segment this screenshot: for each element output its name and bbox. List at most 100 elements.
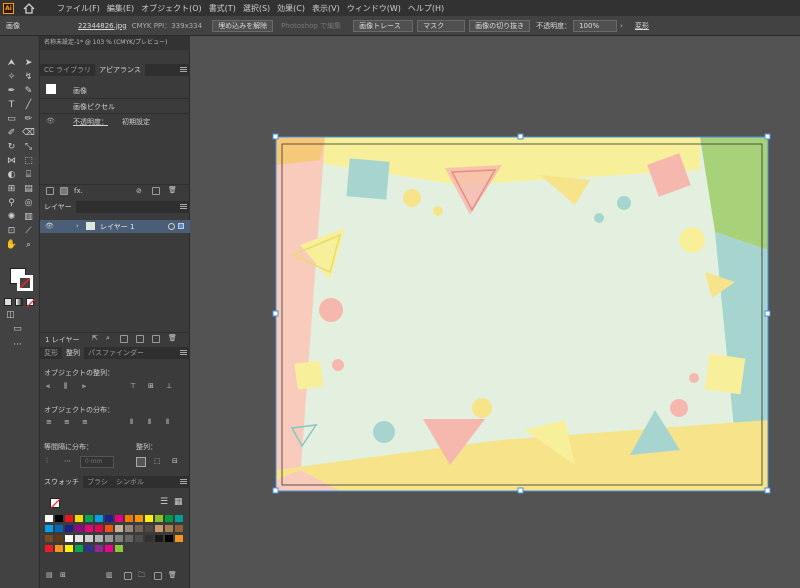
trash-icon[interactable]: 🗑 <box>168 186 177 194</box>
gradient-mode-icon[interactable] <box>15 298 23 306</box>
menu-object[interactable]: オブジェクト(O) <box>141 3 202 14</box>
color-swatch[interactable] <box>145 535 153 542</box>
canvas-area[interactable] <box>190 36 800 588</box>
color-swatch[interactable] <box>115 525 123 532</box>
color-swatch[interactable] <box>45 525 53 532</box>
screen-mode-icon[interactable]: ▭ <box>11 324 24 335</box>
tab-transform[interactable]: 変形 <box>40 347 62 359</box>
tab-layers[interactable]: レイヤー <box>40 201 76 213</box>
direct-selection-tool-icon[interactable]: ➤ <box>22 58 35 69</box>
color-swatch[interactable] <box>165 515 173 522</box>
tab-symbols[interactable]: シンボル <box>112 476 148 488</box>
color-swatch[interactable] <box>105 525 113 532</box>
color-swatch[interactable] <box>75 525 83 532</box>
pen-tool-icon[interactable]: ✒ <box>5 86 18 97</box>
trash-icon[interactable]: 🗑 <box>168 571 177 579</box>
gradient-tool-icon[interactable]: ▤ <box>22 184 35 195</box>
color-swatch[interactable] <box>165 535 173 542</box>
mask-button[interactable]: マスク <box>417 19 466 32</box>
clear-icon[interactable]: ⊘ <box>136 187 142 195</box>
pencil-tool-icon[interactable]: ✏ <box>22 114 35 125</box>
shape-builder-icon[interactable]: ◐ <box>5 170 18 181</box>
perspective-grid-icon[interactable]: ⌸ <box>22 170 35 181</box>
spacing-horizontal-icon[interactable]: ⋯ <box>64 457 71 465</box>
menu-file[interactable]: ファイル(F) <box>57 3 100 14</box>
color-swatch[interactable] <box>115 535 123 542</box>
trash-icon[interactable]: 🗑 <box>168 334 177 342</box>
tab-cc-libraries[interactable]: CC ライブラリ <box>40 64 95 76</box>
layer-visibility-icon[interactable]: 👁 <box>45 222 54 230</box>
grid-view-icon[interactable]: ▦ <box>174 497 183 507</box>
rotate-tool-icon[interactable]: ↻ <box>5 142 18 153</box>
rectangle-tool-icon[interactable]: ▭ <box>5 114 18 125</box>
none-mode-icon[interactable] <box>26 298 35 307</box>
more-tools-icon[interactable]: ··· <box>11 340 24 351</box>
color-swatch[interactable] <box>55 525 63 532</box>
color-swatch[interactable] <box>75 515 83 522</box>
stroke-swatch[interactable] <box>17 275 33 291</box>
color-swatch[interactable] <box>85 535 93 542</box>
document-tab[interactable]: 名称未設定-1* @ 103 % (CMYK/プレビュー) <box>40 36 190 50</box>
color-swatch[interactable] <box>115 545 123 552</box>
align-v-center-icon[interactable]: ⊞ <box>148 382 154 390</box>
home-icon[interactable] <box>22 2 35 14</box>
color-swatch[interactable] <box>125 535 133 542</box>
color-swatch[interactable] <box>75 535 83 542</box>
color-swatch[interactable] <box>115 515 123 522</box>
expand-arrow-icon[interactable]: › <box>76 222 79 230</box>
color-swatch[interactable] <box>105 545 113 552</box>
align-to-key-object-icon[interactable] <box>136 457 146 467</box>
align-h-center-icon[interactable]: ⫼ <box>64 382 67 391</box>
swatch-options-icon[interactable]: ▥ <box>106 571 113 579</box>
fx-icon[interactable]: fx. <box>74 187 83 195</box>
align-top-icon[interactable]: ⊤ <box>130 382 136 390</box>
layer-name[interactable]: レイヤー 1 <box>100 222 134 232</box>
color-swatch[interactable] <box>55 515 63 522</box>
color-swatch[interactable] <box>45 535 53 542</box>
selection-tool-icon[interactable]: ⮝ <box>5 58 18 69</box>
color-swatch[interactable] <box>125 525 133 532</box>
color-swatch[interactable] <box>135 525 143 532</box>
color-swatch[interactable] <box>85 525 93 532</box>
menu-window[interactable]: ウィンドウ(W) <box>347 3 401 14</box>
color-swatch[interactable] <box>65 545 73 552</box>
color-mode-icon[interactable] <box>4 298 12 306</box>
magic-wand-icon[interactable]: ✧ <box>5 72 18 83</box>
align-right-icon[interactable]: ⫸ <box>82 382 86 391</box>
dist-left-icon[interactable]: ⦀ <box>130 418 133 427</box>
color-swatch[interactable] <box>65 515 73 522</box>
new-sublayer-icon[interactable] <box>136 335 144 343</box>
new-swatch-icon[interactable] <box>154 572 162 580</box>
list-view-icon[interactable]: ☰ <box>160 497 168 507</box>
export-icon[interactable]: ⇱ <box>92 334 98 342</box>
menu-effect[interactable]: 効果(C) <box>277 3 305 14</box>
unembed-button[interactable]: 埋め込みを解除 <box>212 19 274 32</box>
color-swatch[interactable] <box>95 545 103 552</box>
align-left-icon[interactable]: ⫷ <box>46 382 50 391</box>
chevron-right-icon[interactable]: › <box>620 22 623 30</box>
zoom-tool-icon[interactable]: ⌕ <box>22 240 35 251</box>
color-swatch[interactable] <box>155 515 163 522</box>
new-layer-icon[interactable] <box>152 335 160 343</box>
color-swatch[interactable] <box>145 515 153 522</box>
swatch-fill-stroke[interactable] <box>50 498 60 508</box>
dist-top-icon[interactable]: ≡ <box>46 418 52 426</box>
panel-menu-icon[interactable] <box>180 479 187 484</box>
dist-h-center-icon[interactable]: ⦀ <box>148 418 151 427</box>
menu-view[interactable]: 表示(V) <box>312 3 340 14</box>
menu-help[interactable]: ヘルプ(H) <box>408 3 444 14</box>
color-swatch[interactable] <box>135 515 143 522</box>
add-fill-icon[interactable] <box>60 187 68 195</box>
align-to-selection-icon[interactable]: ⬚ <box>154 457 161 465</box>
spacing-field[interactable]: 0 mm <box>80 456 114 468</box>
color-swatch[interactable] <box>105 535 113 542</box>
slice-tool-icon[interactable]: ⟋ <box>22 226 35 237</box>
tab-appearance[interactable]: アピアランス <box>95 64 145 76</box>
tab-brushes[interactable]: ブラシ <box>83 476 112 488</box>
color-swatch[interactable] <box>125 515 133 522</box>
color-swatch[interactable] <box>155 525 163 532</box>
color-swatch[interactable] <box>165 525 173 532</box>
new-group-icon[interactable] <box>124 572 132 580</box>
color-swatch[interactable] <box>75 545 83 552</box>
graph-tool-icon[interactable]: ▥ <box>22 212 35 223</box>
